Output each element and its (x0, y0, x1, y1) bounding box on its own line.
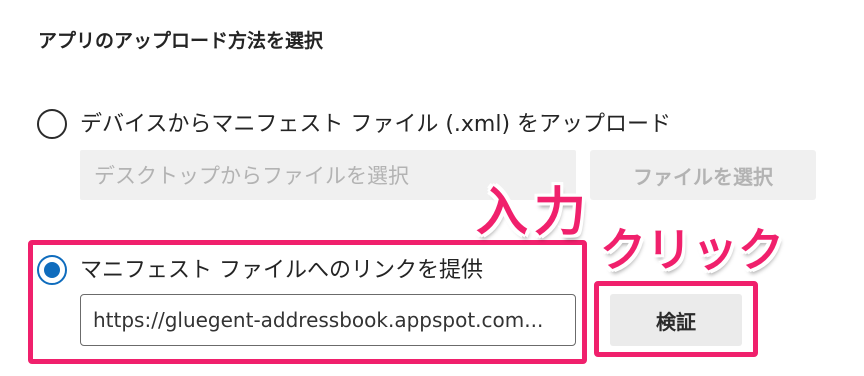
click-highlight-box (594, 281, 758, 357)
radio-upload-from-device[interactable] (37, 109, 67, 139)
input-highlight-box (28, 240, 587, 364)
option-device-label: デバイスからマニフェスト ファイル (.xml) をアップロード (80, 112, 672, 137)
upload-method-heading: アプリのアップロード方法を選択 (38, 30, 324, 52)
choose-file-button: ファイルを選択 (590, 150, 816, 200)
input-callout: 入力 (476, 183, 593, 243)
click-callout: クリック (600, 223, 784, 277)
